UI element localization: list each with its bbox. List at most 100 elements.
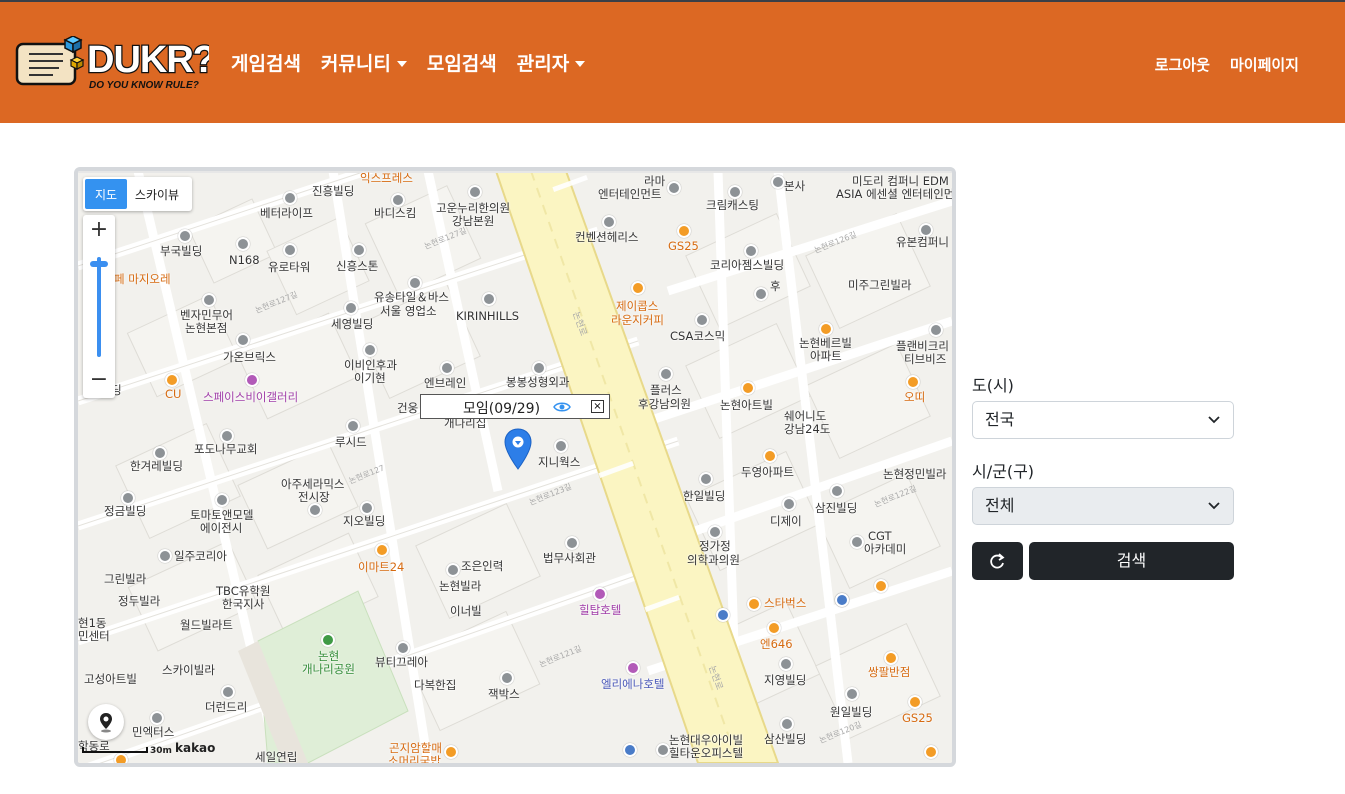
map-label: 그린빌라 [104, 572, 147, 586]
top-navbar: DUKR? DO YOU KNOW RULE? 게임검색 커뮤니티 모임검색 관… [0, 0, 1345, 123]
logout-link[interactable]: 로그아웃 [1155, 54, 1210, 76]
map-label: 라운지커피 [611, 313, 664, 327]
poi-dot [830, 484, 844, 498]
search-button[interactable]: 검색 [1029, 542, 1234, 580]
poi-dot [236, 237, 250, 251]
map-label: 민엑터스 [132, 725, 175, 739]
map-label: 전시장 [298, 490, 330, 504]
map-label: 코리아젬스빌딩 [710, 258, 785, 272]
map-label: 스페이스비이갤러리 [203, 390, 299, 404]
map-marker-pin-icon[interactable] [502, 427, 534, 471]
zoom-out-button[interactable]: − [83, 365, 115, 397]
reset-button[interactable] [972, 542, 1023, 580]
map-type-map-button[interactable]: 지도 [85, 179, 127, 209]
map-label: 아주세라믹스 [281, 477, 345, 491]
map-label: 논현정민빌라 [883, 467, 947, 481]
map-label: 엘리에나호텔 [601, 677, 665, 691]
poi-dot [532, 361, 546, 375]
map-label: 한일빌딩 [683, 489, 726, 503]
chevron-down-icon [1208, 416, 1220, 424]
poi-dot [283, 191, 297, 205]
scale-label: 30m [150, 746, 172, 756]
map-label: 이비인후과 [344, 358, 397, 372]
mypage-link[interactable]: 마이페이지 [1230, 54, 1299, 76]
nav-admin-label: 관리자 [516, 53, 570, 75]
map-label: 아카데미 [864, 542, 907, 556]
map-label: 유로타워 [268, 260, 311, 274]
map-label: TBC유학원 [216, 584, 271, 598]
map-label: 한겨레빌딩 [130, 459, 183, 473]
map-label: 세일연립 [255, 750, 298, 764]
map-label: 가온브릭스 [223, 350, 276, 364]
map-label: 의학과의원 [687, 553, 740, 567]
zoom-slider-handle[interactable] [90, 261, 108, 267]
map-label: 힐탑호텔 [579, 603, 622, 617]
zoom-in-button[interactable]: + [83, 215, 115, 247]
map-label: 한국지사 [222, 597, 265, 611]
poi-dot [150, 711, 164, 725]
nav-admin-dropdown[interactable]: 관리자 [516, 50, 586, 78]
current-location-button[interactable] [88, 704, 124, 740]
map-label: 제이콥스 [616, 299, 659, 313]
poi-dot [178, 229, 192, 243]
zoom-control: + − [83, 215, 115, 398]
map-label: KIRINHILLS [456, 309, 520, 323]
poi-dot [780, 717, 794, 731]
zoom-slider-track[interactable] [97, 257, 101, 357]
poi-dot [779, 657, 793, 671]
map-label: 지영빌딩 [764, 673, 807, 687]
poi-dot [308, 503, 322, 517]
city-select[interactable]: 전체 [972, 487, 1234, 525]
map-label: 에이전시 [200, 521, 243, 535]
nav-community-dropdown[interactable]: 커뮤니티 [321, 50, 407, 78]
map-label: 본사 [784, 179, 806, 193]
poi-dot [158, 549, 172, 563]
poi-dot [352, 243, 366, 257]
map-label: 베터라이프 [260, 206, 313, 220]
marker-infowindow[interactable]: 모임(09/29) × [420, 394, 610, 419]
map-label: 정두빌라 [118, 594, 161, 608]
map-label: 건웅 [397, 401, 419, 415]
poi-dot [153, 446, 167, 460]
map-label: 곤지암할매 [389, 741, 442, 755]
map-label: 토마토앤모델 [190, 508, 254, 522]
map-label: CSA코스믹 [670, 329, 726, 343]
province-select[interactable]: 전국 [972, 401, 1234, 439]
map-label: GS25 [668, 239, 699, 253]
poi-dot [220, 429, 234, 443]
poi-dot [236, 333, 250, 347]
poi-dot [754, 287, 768, 301]
poi-dot [468, 185, 482, 199]
map-label: 봉봉성형외과 [506, 375, 570, 389]
map-label: 이마트24 [358, 560, 405, 574]
nav-meeting-search[interactable]: 모임검색 [427, 50, 497, 78]
map-label: 후 [770, 279, 781, 293]
store-cu-icon [874, 579, 888, 593]
map-type-skyview-button[interactable]: 스카이뷰 [127, 179, 187, 209]
map-label: 신흥스톤 [336, 259, 379, 273]
kakao-map[interactable]: 진흥빌딩 익스프레스 바디스킴 베터라이프 고운누리한의원 강남본원 라마 엔터… [74, 167, 956, 767]
poi-dot [391, 193, 405, 207]
map-label: 벤자민무어 [180, 308, 233, 322]
map-label: 정가정 [699, 539, 731, 553]
province-label: 도(시) [972, 376, 1014, 395]
parking-icon [835, 593, 849, 607]
brand-logo[interactable]: DUKR? DO YOU KNOW RULE? [13, 36, 209, 94]
infowindow-close-button[interactable]: × [591, 400, 604, 413]
kakao-attribution[interactable]: kakao [175, 741, 215, 755]
chevron-down-icon [1208, 502, 1220, 510]
map-label: 쉐어니도 [784, 409, 827, 423]
gallery-icon [245, 373, 259, 387]
map-label: 고운누리한의원 [436, 201, 511, 215]
poi-dot [708, 525, 722, 539]
poi-dot [215, 493, 229, 507]
map-label: 아파트 [810, 349, 842, 363]
map-label: 두영아파트 [741, 465, 794, 479]
nav-game-search[interactable]: 게임검색 [231, 50, 301, 78]
poi-dot [344, 301, 358, 315]
map-label: 스타벅스 [764, 596, 807, 610]
map-label: 삼진빌딩 [815, 501, 858, 515]
store-gs25-icon [677, 224, 691, 238]
map-label: 논현본점 [185, 321, 228, 335]
store-emart24-icon [375, 543, 389, 557]
